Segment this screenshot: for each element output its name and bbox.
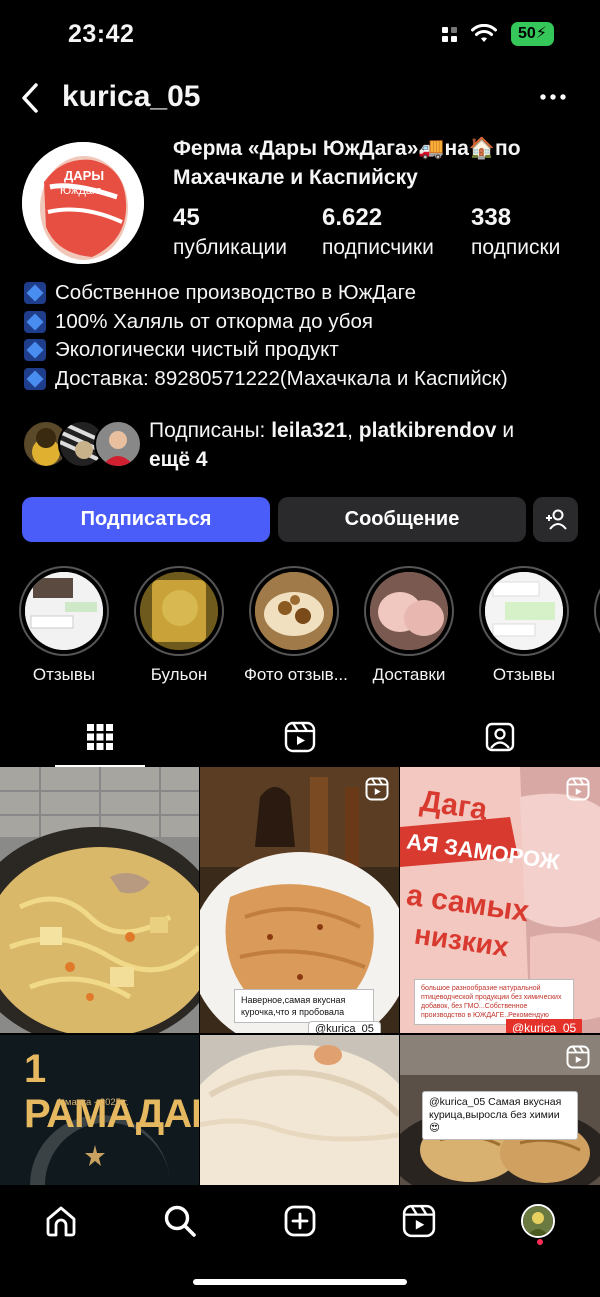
notification-dot [537, 1239, 543, 1245]
follow-button[interactable]: Подписаться [22, 497, 270, 542]
tab-reels[interactable] [200, 708, 400, 766]
reels-icon [402, 1204, 436, 1238]
post-thumbnail[interactable] [0, 767, 199, 1033]
nav-search[interactable] [158, 1199, 202, 1243]
nav-create[interactable] [278, 1199, 322, 1243]
post-thumbnail[interactable] [200, 1035, 399, 1185]
status-time: 23:42 [68, 20, 135, 48]
bottom-navigation [0, 1185, 600, 1297]
profile-tabs [0, 708, 600, 767]
highlight-item[interactable]: Отзывы [14, 566, 114, 685]
followed-by[interactable]: Подписаны: leila321, platkibrendov и ещё … [22, 416, 582, 476]
svg-text:ЮжДага: ЮжДага [60, 185, 103, 197]
tab-grid[interactable] [0, 708, 200, 767]
highlight-item[interactable]: Доставки [359, 566, 459, 685]
post-date: 1 марта - 2025 г. [57, 1097, 129, 1108]
home-indicator [193, 1279, 407, 1285]
post-thumbnail[interactable]: Наверное,самая вкусная курочка,что я про… [200, 767, 399, 1033]
blue-diamond-icon [24, 310, 46, 333]
highlight-item[interactable]: Отзывы [474, 566, 574, 685]
reels-icon [284, 721, 316, 753]
post-tag: @kurica_05 [506, 1019, 583, 1033]
stat-following[interactable]: 338 подписки [471, 204, 560, 260]
profile-bio: Собственное производство в ЮжДаге 100% Х… [24, 279, 584, 393]
blue-diamond-icon [24, 367, 46, 390]
battery-indicator: 50⚡ [510, 22, 554, 46]
post-thumbnail[interactable]: 1 РАМАДАН 1 марта - 2025 г. [0, 1035, 199, 1185]
profile-actions: Подписаться Сообщение [22, 497, 578, 543]
tagged-icon [485, 722, 515, 752]
bio-line: 100% Халяль от откорма до убоя [24, 308, 584, 337]
search-icon [164, 1205, 196, 1237]
post-caption: Наверное,самая вкусная курочка,что я про… [234, 989, 374, 1023]
chicken-package-image: ДАРЫ ЮжДага [22, 142, 144, 264]
back-button[interactable] [14, 78, 46, 118]
profile-avatar[interactable]: ДАРЫ ЮжДага [22, 142, 144, 264]
post-thumbnail[interactable]: @kurica_05 Самая вкусная курица,выросла … [400, 1035, 600, 1185]
reels-icon [365, 777, 389, 801]
blue-diamond-icon [24, 282, 46, 305]
nav-home[interactable] [39, 1199, 83, 1243]
add-user-button[interactable] [533, 497, 578, 542]
highlight-item[interactable]: Бульон [129, 566, 229, 685]
post-title: 1 РАМАДАН [24, 1047, 199, 1136]
nav-reels[interactable] [397, 1199, 441, 1243]
status-bar: 23:42 50⚡ [0, 0, 600, 70]
bio-line-phone[interactable]: Доставка: 89280571222(Махачкала и Каспий… [24, 365, 584, 394]
grid-icon [87, 724, 113, 750]
profile-display-name: Ферма «Дары ЮжДага»🚚на🏠по Махачкале и Ка… [173, 137, 521, 189]
profile-username: kurica_05 [62, 80, 201, 113]
post-thumbnail[interactable]: Дага АЯ ЗАМОРОЖ а самых низких большое р… [400, 767, 600, 1033]
follower-avatars [22, 420, 142, 468]
post-caption: @kurica_05 Самая вкусная курица,выросла … [422, 1091, 578, 1140]
bio-line: Экологически чистый продукт [24, 336, 584, 365]
cellular-signal-icon [441, 26, 457, 42]
profile-header: kurica_05 [0, 74, 600, 122]
reels-icon [566, 777, 590, 801]
blue-diamond-icon [24, 339, 46, 362]
status-icons: 50⚡ [441, 22, 554, 46]
more-options-button[interactable] [536, 82, 570, 112]
followed-by-text: Подписаны: leila321, platkibrendov и ещё … [149, 419, 515, 471]
highlight-item[interactable]: А [589, 566, 600, 685]
nav-profile[interactable] [516, 1199, 560, 1243]
bio-line: Собственное производство в ЮжДаге [24, 279, 584, 308]
reels-icon [566, 1045, 590, 1069]
add-user-icon [545, 509, 567, 530]
posts-grid: Наверное,самая вкусная курочка,что я про… [0, 767, 600, 1185]
post-tag: @kurica_05 [308, 1021, 381, 1033]
more-horizontal-icon [540, 94, 566, 100]
chevron-left-icon [22, 83, 38, 113]
profile-stats: 45 публикации 6.622 подписчики 338 подпи… [173, 204, 593, 264]
avatar [94, 420, 142, 468]
highlight-item[interactable]: Фото отзыв... [244, 566, 348, 685]
stat-followers[interactable]: 6.622 подписчики [322, 204, 434, 260]
stat-posts[interactable]: 45 публикации [173, 204, 287, 260]
profile-avatar-icon [521, 1204, 555, 1238]
story-highlights: Отзывы Бульон Фото отзыв... Доставки Отз… [0, 566, 600, 686]
svg-text:ДАРЫ: ДАРЫ [64, 168, 104, 183]
create-icon [284, 1205, 316, 1237]
wifi-icon [470, 24, 497, 42]
home-icon [46, 1206, 76, 1237]
tab-tagged[interactable] [400, 708, 600, 766]
message-button[interactable]: Сообщение [278, 497, 526, 542]
